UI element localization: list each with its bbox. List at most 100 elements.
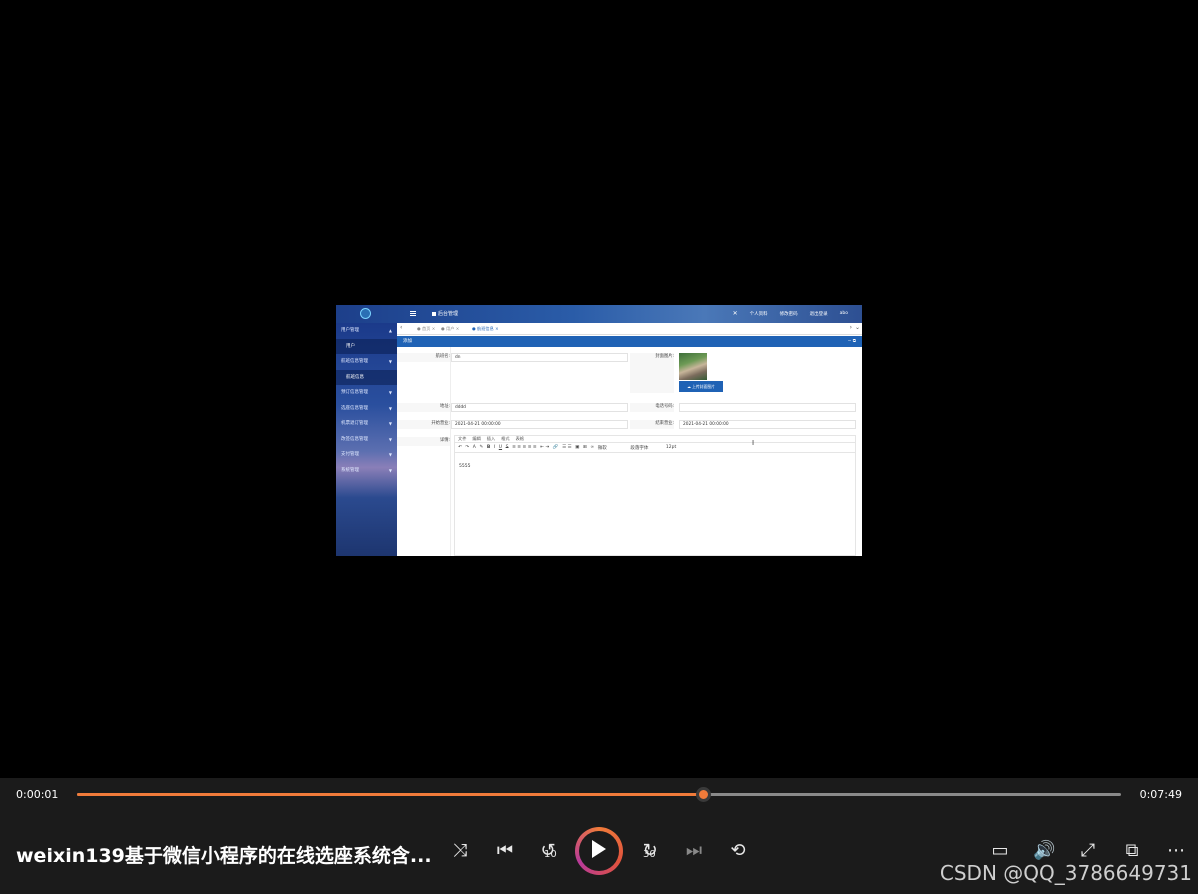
play-button[interactable] xyxy=(575,827,623,875)
editor-body: 5555 xyxy=(454,453,856,556)
sidebar-subitem: 用户 xyxy=(336,338,397,354)
upload-cover-button: ☁ 上传封面图片 xyxy=(679,381,723,392)
panel-controls-icon: − ⧉ xyxy=(847,339,856,344)
code-icon: ∞ xyxy=(590,445,595,450)
start-field: 2021-04-21 00:00:00 xyxy=(451,420,628,429)
editor-toolbar: ↶ ↷ A ✎ B I U S ≡ ≡ ≡ ≡ ≡ ⇤ ⇥ 🔗 ☰ ☰ ▣ ⊞ … xyxy=(454,443,856,453)
sidebar-item: 支付管理 ▼ xyxy=(336,447,397,463)
detail-label: 详情: xyxy=(397,437,450,446)
embedded-tabbar: ‹ ● 首页 × ● 用户 × ● 航班信息 × › ⌄ xyxy=(397,323,862,335)
indent-icon: ⇤ ⇥ xyxy=(540,445,550,450)
redo-icon: ↷ xyxy=(465,445,470,450)
sidebar-item: 机票退订管理 ▼ xyxy=(336,416,397,432)
embedded-form: 航班名: dn 封面图片: ☁ 上传封面图片 地址: dddd 电话号码: 开始… xyxy=(397,347,862,556)
sidebar-item: 改签信息管理 ▼ xyxy=(336,432,397,448)
repeat-off-icon[interactable]: ⟲ xyxy=(727,841,749,861)
total-time: 0:07:49 xyxy=(1139,788,1182,801)
embedded-sidebar: 用户管理 ▲ 用户 航班信息管理 ▼ 航班信息 预订信息管理 ▼ 选座信息管理 ▼ 机票… xyxy=(336,323,397,556)
volume-icon[interactable]: 🔊 xyxy=(1033,841,1055,861)
topbar-item-logout: 退出登录 xyxy=(809,311,828,317)
video-title: weixin139基于微信小程序的在线选座系统含... xyxy=(16,845,432,867)
sidebar-item: 预订信息管理 ▼ xyxy=(336,385,397,401)
cover-photo xyxy=(679,353,707,380)
table-icon: ⊞ xyxy=(583,445,587,450)
chevron-up-icon: ▲ xyxy=(388,328,392,333)
flight-name-label: 航班名: xyxy=(397,353,450,362)
editor-menu-insert: 插入 xyxy=(486,436,496,441)
seek-progress xyxy=(77,793,704,796)
highlight-icon: ✎ xyxy=(479,445,484,450)
topbar-item-profile: 个人资料 xyxy=(749,311,768,317)
start-label: 开始营业: xyxy=(397,420,450,429)
video-frame-screenshot: 后台管理 ✕ 个人资料 修改密码 退出登录 abo 用户管理 ▲ 用户 航班信息管… xyxy=(336,305,862,556)
chevron-left-icon: ‹ xyxy=(400,324,403,331)
font-color-icon: A xyxy=(472,445,476,450)
seek-bar[interactable] xyxy=(77,787,1121,802)
fullscreen-icon[interactable]: ⤢ xyxy=(1077,841,1099,861)
panel-title: 添加 xyxy=(403,339,412,344)
previous-icon[interactable]: ⏮ xyxy=(494,841,516,861)
phone-label: 电话号码: xyxy=(630,403,674,412)
skip-back-label: 10 xyxy=(544,849,557,860)
chevron-down-icon: ▼ xyxy=(388,390,392,395)
embedded-topbar: 后台管理 ✕ 个人资料 修改密码 退出登录 abo xyxy=(336,305,862,323)
sidebar-item: 系统管理 ▼ xyxy=(336,463,397,479)
more-options-icon[interactable]: ⋯ xyxy=(1165,841,1187,861)
chevron-down-icon: ⌄ xyxy=(854,324,860,331)
system-title: 后台管理 xyxy=(432,310,458,317)
skip-forward-label: 30 xyxy=(643,849,656,860)
sidebar-item: 用户管理 ▲ xyxy=(336,323,397,339)
logo-icon xyxy=(360,308,371,319)
editor-menu-file: 文件 xyxy=(458,436,467,441)
strikethrough-icon: S xyxy=(505,445,509,450)
subtitles-icon[interactable]: ▭ xyxy=(989,841,1011,861)
chevron-down-icon: ▼ xyxy=(388,436,392,442)
size-select: 12pt xyxy=(665,445,677,450)
phone-field xyxy=(679,403,856,412)
undo-icon: ↶ xyxy=(458,445,462,450)
video-area[interactable]: 后台管理 ✕ 个人资料 修改密码 退出登录 abo 用户管理 ▲ 用户 航班信息管… xyxy=(0,0,1198,778)
current-time: 0:00:01 xyxy=(16,788,59,801)
chevron-down-icon: ▼ xyxy=(388,405,392,411)
block-select: 段落字体 xyxy=(630,445,649,451)
text-cursor-icon: I xyxy=(752,439,755,447)
label-divider xyxy=(450,347,451,556)
player-controls: 0:00:01 0:07:49 weixin139基于微信小程序的在线选座系统含… xyxy=(0,778,1198,894)
shuffle-icon[interactable]: ⤨ xyxy=(449,841,471,861)
end-label: 结束营业: xyxy=(630,420,674,429)
tab-user: ● 用户 × xyxy=(441,326,460,331)
miniplayer-icon[interactable]: ⧉ xyxy=(1121,841,1143,861)
editor-menu-format: 格式 xyxy=(501,436,510,441)
play-icon xyxy=(592,840,606,858)
sidebar-subitem: 航班信息 xyxy=(336,369,397,385)
sidebar-item: 航班信息管理 ▼ xyxy=(336,354,397,370)
underline-icon: U xyxy=(498,445,503,450)
seek-thumb[interactable] xyxy=(696,787,712,802)
tab-flight: ● 航班信息 × xyxy=(472,326,499,331)
editor-menu-table: 表格 xyxy=(515,436,524,441)
flight-name-field: dn xyxy=(451,353,628,362)
link-icon: 🔗 xyxy=(552,445,559,450)
chevron-down-icon: ▼ xyxy=(388,359,392,364)
panel-header: 添加 − ⧉ xyxy=(397,336,862,347)
watermark: CSDN @QQ_3786649731 xyxy=(939,861,1192,885)
chevron-down-icon: ▼ xyxy=(388,421,392,426)
editor-menu-edit: 编辑 xyxy=(472,436,481,441)
menu-icon xyxy=(410,311,416,316)
address-label: 地址: xyxy=(397,403,450,412)
bold-icon: B xyxy=(486,445,491,450)
chevron-right-icon: › xyxy=(849,324,852,331)
italic-icon: I xyxy=(493,445,496,450)
topbar-right: ✕ 个人资料 修改密码 退出登录 abo xyxy=(733,310,848,317)
address-field: dddd xyxy=(451,403,628,412)
image-icon: ▣ xyxy=(575,445,580,450)
align-icon: ≡ ≡ ≡ ≡ ≡ xyxy=(512,445,537,450)
topbar-item-user: abo xyxy=(839,311,848,316)
close-icon: ✕ xyxy=(732,310,738,317)
topbar-item-password: 修改密码 xyxy=(779,311,798,317)
next-icon[interactable]: ⏭ xyxy=(683,841,705,861)
list-icon: ☰ ☰ xyxy=(562,445,572,450)
tab-home: ● 首页 × xyxy=(417,326,436,331)
chevron-down-icon: ▼ xyxy=(388,467,392,473)
chevron-down-icon: ▼ xyxy=(388,452,392,457)
